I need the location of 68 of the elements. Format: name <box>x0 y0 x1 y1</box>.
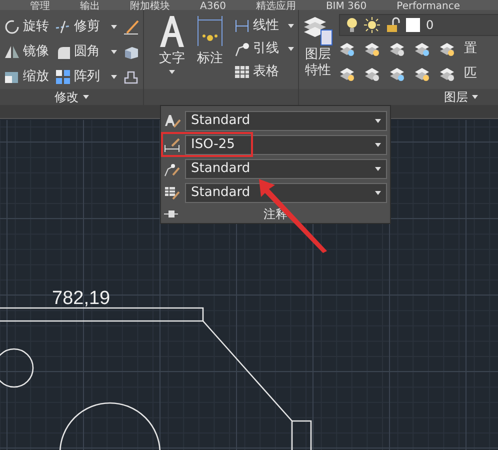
table-style-icon <box>164 185 182 201</box>
text-icon <box>158 14 186 48</box>
tool-button[interactable]: 修剪 <box>74 16 100 36</box>
color-swatch-icon <box>406 18 420 32</box>
ribbon-tab[interactable]: Performance <box>396 0 460 10</box>
layer-tool-icon <box>364 40 380 56</box>
caret-icon[interactable] <box>169 70 175 74</box>
text-style-dropdown[interactable]: Standard <box>185 111 387 131</box>
tool-button[interactable]: 匹 <box>464 64 477 84</box>
bulb-icon <box>346 17 358 33</box>
tool-button[interactable]: 文字 <box>159 49 185 68</box>
tool-button[interactable]: 缩放 <box>23 66 49 86</box>
trim-icon <box>55 18 71 34</box>
pin-icon <box>164 210 178 218</box>
ribbon-tab[interactable]: 管理 <box>30 0 50 10</box>
ribbon-tab[interactable]: 输出 <box>80 0 100 10</box>
dimension-text: 782,19 <box>52 288 110 309</box>
linear-dimension-icon <box>234 18 250 34</box>
brush-icon <box>123 18 139 34</box>
table-style-dropdown[interactable]: Standard <box>185 183 387 203</box>
layer-properties-button[interactable]: 图层特性 <box>304 47 332 80</box>
tool-button[interactable]: 表格 <box>253 62 279 82</box>
rotate-icon <box>4 18 20 34</box>
caret-icon[interactable] <box>288 46 294 50</box>
layer-tool-icon <box>339 66 355 82</box>
leader-style-dropdown[interactable]: Standard <box>185 159 387 179</box>
tool-button[interactable]: 标注 <box>197 49 223 68</box>
tool-button[interactable]: 线性 <box>253 16 279 36</box>
caret-icon[interactable] <box>111 50 117 54</box>
tool-button[interactable]: 镜像 <box>23 42 49 62</box>
layer-tool-icon <box>364 66 380 82</box>
dimension-style-dropdown[interactable]: ISO-25 <box>185 135 387 155</box>
layer-name[interactable]: 0 <box>426 16 434 34</box>
leader-icon <box>234 40 250 56</box>
layer-tool-icon <box>439 66 455 82</box>
table-icon <box>234 64 250 80</box>
layer-tool-icon <box>414 40 430 56</box>
outline-icon <box>123 68 139 84</box>
tool-button[interactable]: 旋转 <box>23 16 49 36</box>
panel-label[interactable]: 图层 <box>444 88 468 106</box>
mirror-icon <box>4 44 20 60</box>
layer-tool-icon <box>339 40 355 56</box>
panel-label[interactable]: 修改 <box>54 88 78 106</box>
ribbon-tab[interactable]: 附加模块 <box>130 0 170 10</box>
dimension-icon <box>196 14 224 48</box>
layers-icon <box>303 14 333 46</box>
tool-button[interactable]: 引线 <box>253 38 279 58</box>
dimension-style-icon <box>164 137 182 153</box>
sun-icon <box>364 17 380 33</box>
layer-tool-icon <box>439 40 455 56</box>
tool-button[interactable]: 圆角 <box>74 42 100 62</box>
text-style-icon <box>164 113 182 129</box>
leader-style-icon <box>164 161 182 177</box>
layer-tool-icon <box>414 66 430 82</box>
ribbon-tab[interactable]: BIM 360 <box>326 0 367 10</box>
layer-tool-icon <box>389 40 405 56</box>
lock-icon <box>386 17 400 33</box>
tool-button[interactable]: 置 <box>464 38 477 58</box>
caret-icon[interactable] <box>111 74 117 78</box>
tool-button[interactable]: 阵列 <box>74 66 100 86</box>
array-icon <box>55 68 71 84</box>
layer-tool-icon <box>389 66 405 82</box>
ribbon-tab[interactable]: 精选应用 <box>256 0 296 10</box>
caret-icon[interactable] <box>111 24 117 28</box>
caret-icon[interactable] <box>82 95 88 99</box>
caret-icon[interactable] <box>288 24 294 28</box>
caret-icon[interactable] <box>472 95 478 99</box>
ribbon-tab[interactable]: A360 <box>200 0 226 10</box>
